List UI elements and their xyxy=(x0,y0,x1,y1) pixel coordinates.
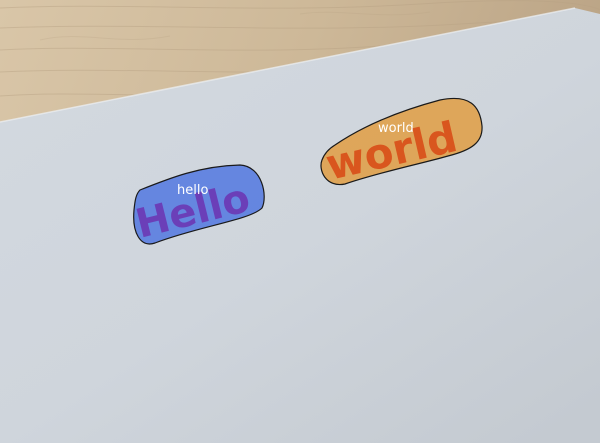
world-annotation-label: world xyxy=(378,121,414,136)
scene-drawing: Hello world xyxy=(0,0,600,443)
photo-scene: Hello world hello world xyxy=(0,0,600,443)
hello-annotation-label: hello xyxy=(177,183,209,198)
